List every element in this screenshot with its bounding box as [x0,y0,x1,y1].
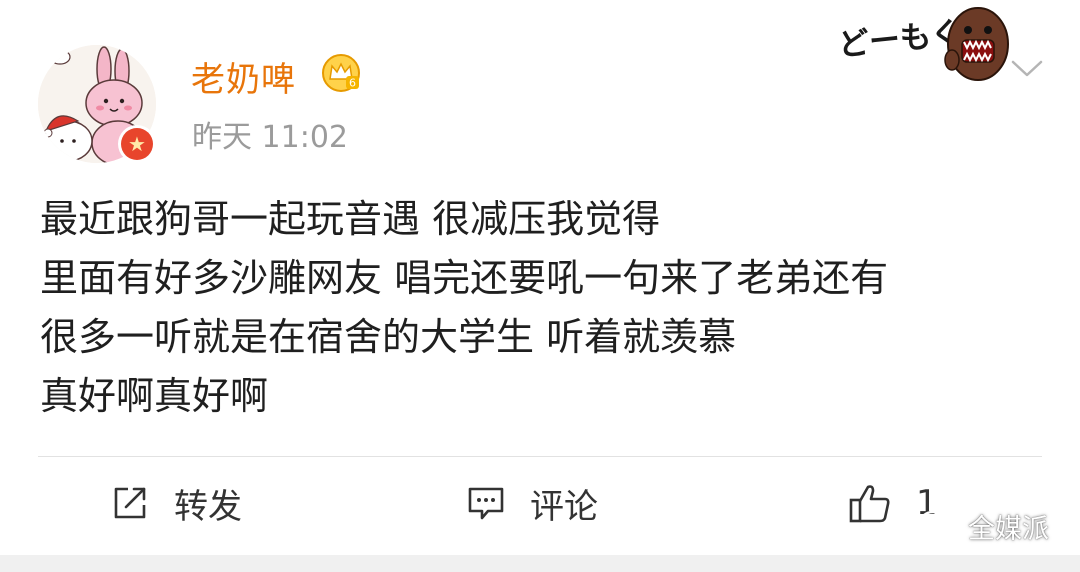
watermark-text: 全媒派 [968,513,1049,545]
vip-crown-icon[interactable]: 6 [320,52,362,94]
post-body-line: 里面有好多沙雕网友 唱完还要吼一句来了老弟还有 [40,256,889,300]
watermark: 全媒派 [918,508,1049,545]
vip-level-number: 6 [349,77,356,90]
weibo-post-card: ★ 老奶啤 6 昨天 11:02 どーもくん 最近跟狗哥一起玩音遇 很减压我觉得… [0,0,1080,555]
repost-button[interactable]: 转发 [110,478,242,528]
verified-badge: ★ [118,125,156,163]
wechat-icon [918,510,959,541]
post-timestamp: 昨天 11:02 [192,120,348,155]
repost-label: 转发 [174,486,242,527]
post-body-line: 很多一听就是在宿舍的大学生 听着就羡慕 [40,315,737,359]
card-separator [0,555,1080,572]
author-name[interactable]: 老奶啤 [191,52,296,101]
post-body-line: 真好啊真好啊 [40,374,269,418]
star-verified-icon: ★ [121,128,153,160]
post-body: 最近跟狗哥一起玩音遇 很减压我觉得 里面有好多沙雕网友 唱完还要吼一句来了老弟还… [40,190,1050,426]
chevron-down-icon[interactable] [1010,58,1044,80]
comment-icon [468,487,504,520]
comment-button[interactable]: 评论 [466,478,598,528]
sticker-caption: どーもくん [836,11,995,64]
thumbs-up-icon [849,485,890,523]
comment-label: 评论 [530,486,598,527]
post-body-line: 最近跟狗哥一起玩音遇 很减压我觉得 [40,197,661,241]
repost-icon [114,487,146,519]
action-bar-divider [38,456,1042,457]
